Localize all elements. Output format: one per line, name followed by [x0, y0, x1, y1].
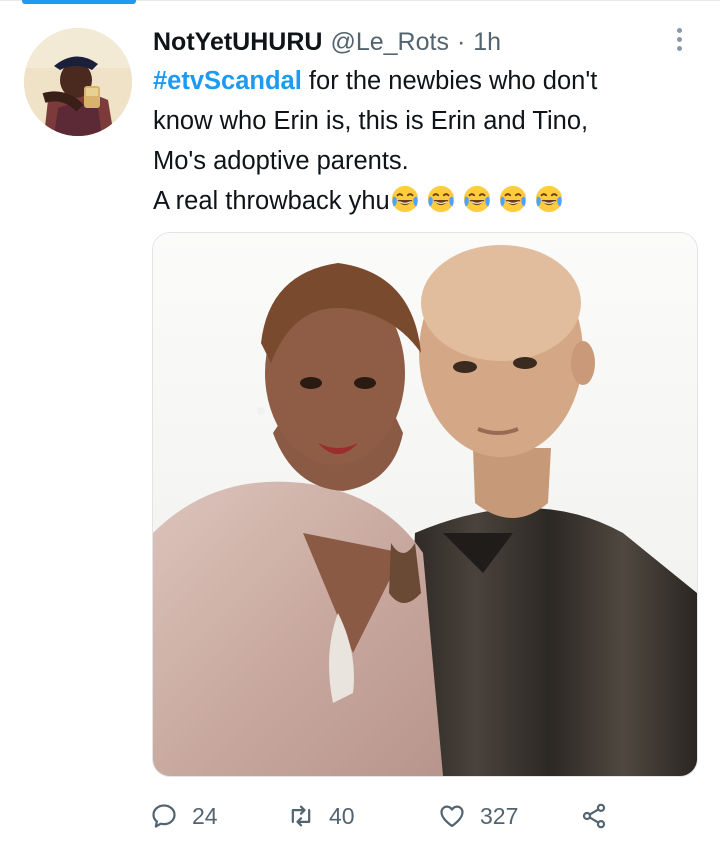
- tweet-line-4: A real throwback yhu: [153, 181, 698, 221]
- user-handle[interactable]: @Le_Rots: [330, 28, 449, 57]
- tweet-line-3: Mo's adoptive parents.: [153, 147, 409, 175]
- timestamp[interactable]: 1h: [473, 28, 501, 57]
- more-vertical-icon[interactable]: [664, 22, 694, 58]
- hashtag-link[interactable]: #etvScandal: [153, 67, 302, 95]
- avatar[interactable]: [24, 28, 132, 136]
- share-icon: [582, 803, 606, 829]
- emoji-row: [390, 185, 570, 215]
- tweet-line-1: #etvScandal for the newbies who don't: [153, 67, 598, 95]
- tweet-action-bar: 24 40 327: [150, 796, 710, 836]
- retweet-count: 40: [329, 802, 355, 829]
- avatar-image: [24, 28, 132, 136]
- retweet-icon: [291, 805, 311, 827]
- tweet-header: NotYetUHURU @Le_Rots · 1h: [153, 24, 623, 60]
- face-with-tears-of-joy-icon: [427, 185, 454, 213]
- active-indicator: [22, 0, 136, 4]
- tweet-photo[interactable]: [152, 232, 698, 777]
- retweet-button[interactable]: 40: [287, 796, 355, 836]
- tweet-line-2: know who Erin is, this is Erin and Tino,: [153, 107, 589, 135]
- face-with-tears-of-joy-icon: [463, 185, 490, 213]
- reply-icon: [152, 804, 176, 828]
- face-with-tears-of-joy-icon: [391, 185, 418, 213]
- like-count: 327: [480, 802, 519, 829]
- heart-icon: [440, 805, 464, 828]
- face-with-tears-of-joy-icon: [535, 185, 562, 213]
- display-name[interactable]: NotYetUHURU: [153, 28, 322, 57]
- share-button[interactable]: [580, 796, 608, 836]
- tweet-text: #etvScandal for the newbies who don't kn…: [153, 61, 698, 221]
- reply-count: 24: [192, 802, 218, 829]
- separator-dot: ·: [456, 27, 466, 56]
- like-button[interactable]: 327: [438, 796, 518, 836]
- reply-button[interactable]: 24: [150, 796, 218, 836]
- photo-couple-image: [153, 233, 697, 776]
- face-with-tears-of-joy-icon: [499, 185, 526, 213]
